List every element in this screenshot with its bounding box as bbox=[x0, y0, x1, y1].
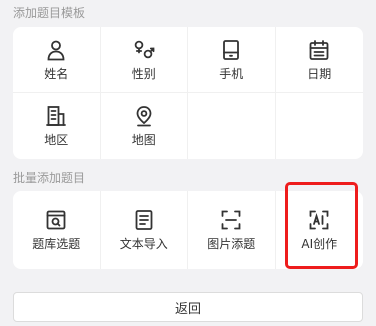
template-map[interactable]: 地图 bbox=[101, 93, 188, 159]
template-region-label: 地区 bbox=[44, 133, 69, 147]
empty-cell bbox=[276, 93, 364, 159]
person-icon bbox=[45, 39, 67, 61]
map-pin-icon bbox=[133, 105, 155, 127]
batch-question-bank-label: 题库选题 bbox=[32, 237, 81, 251]
template-date[interactable]: 日期 bbox=[275, 27, 363, 93]
template-card: 姓名 性别 手机 日期 地区 地图 bbox=[13, 27, 363, 159]
template-date-label: 日期 bbox=[307, 66, 332, 81]
calendar-icon bbox=[308, 39, 330, 61]
batch-section-title: 批量添加题目 bbox=[13, 171, 86, 185]
template-section-title: 添加题目模板 bbox=[13, 6, 86, 20]
template-gender[interactable]: 性别 bbox=[100, 27, 188, 93]
document-icon bbox=[133, 209, 155, 231]
empty-cell bbox=[188, 93, 276, 159]
batch-question-bank[interactable]: 题库选题 bbox=[13, 191, 101, 269]
phone-icon bbox=[220, 39, 242, 61]
image-scan-icon bbox=[220, 209, 242, 231]
batch-image-add[interactable]: 图片添题 bbox=[188, 191, 276, 269]
template-region[interactable]: 地区 bbox=[13, 93, 101, 159]
batch-text-import-label: 文本导入 bbox=[119, 237, 168, 251]
template-map-label: 地图 bbox=[131, 133, 156, 147]
batch-text-import[interactable]: 文本导入 bbox=[101, 191, 188, 269]
template-name[interactable]: 姓名 bbox=[13, 27, 101, 93]
batch-image-add-label: 图片添题 bbox=[207, 237, 256, 251]
ai-icon bbox=[308, 209, 330, 231]
building-icon bbox=[45, 105, 67, 127]
template-gender-label: 性别 bbox=[131, 66, 156, 81]
batch-ai-create-label: AI创作 bbox=[301, 237, 338, 251]
batch-ai-create[interactable]: AI创作 bbox=[276, 191, 364, 269]
template-phone[interactable]: 手机 bbox=[188, 27, 276, 93]
back-button[interactable]: 返回 bbox=[13, 292, 363, 322]
batch-card: 题库选题 文本导入 图片添题 AI创作 bbox=[13, 191, 363, 269]
gender-icon bbox=[133, 39, 155, 61]
template-name-label: 姓名 bbox=[44, 66, 69, 81]
question-bank-icon bbox=[45, 209, 67, 231]
template-phone-label: 手机 bbox=[219, 66, 244, 81]
